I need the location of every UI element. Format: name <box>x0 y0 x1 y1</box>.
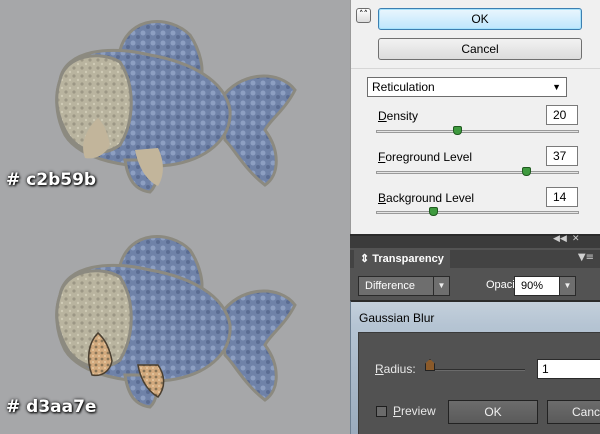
background-level-label: Background Level <box>378 191 475 205</box>
preview-checkbox[interactable] <box>376 406 387 417</box>
blend-mode-select[interactable]: Difference ▼ <box>358 276 450 296</box>
opacity-input[interactable]: 90% ▼ <box>514 276 576 296</box>
ok-button[interactable]: OK <box>378 8 582 30</box>
radius-slider-thumb[interactable] <box>425 359 435 371</box>
foreground-level-input[interactable]: 37 <box>546 146 578 166</box>
chevron-down-icon: ▼ <box>552 82 561 92</box>
preview-label[interactable]: Preview <box>393 404 436 418</box>
cancel-button[interactable]: Cancel <box>378 38 582 60</box>
divider <box>351 68 600 69</box>
double-chevron-up-icon[interactable]: ˄˄ <box>356 8 371 23</box>
filter-gallery-panel: ˄˄ OK Cancel Reticulation ▼ Density 20 F… <box>350 0 600 234</box>
blend-mode-value: Difference <box>365 280 415 292</box>
gaussian-blur-dialog: Gaussian Blur Radius: 1 Preview OK Cance <box>350 300 600 434</box>
color-hex-label-top: # c2b59b <box>6 170 97 190</box>
close-icon[interactable]: ✕ <box>572 234 580 244</box>
foreground-level-slider-thumb[interactable] <box>521 167 531 176</box>
panel-topbar: ◀◀ ✕ <box>350 234 600 248</box>
filter-type-select[interactable]: Reticulation ▼ <box>367 77 567 97</box>
panel-menu-icon[interactable]: ▼≡ <box>578 252 594 263</box>
transparency-panel: ◀◀ ✕ ⇕ Transparency ▼≡ Difference ▼ Opac… <box>350 234 600 300</box>
density-input[interactable]: 20 <box>546 105 578 125</box>
chevron-down-icon: ▼ <box>433 277 449 295</box>
gaussian-blur-ok-button[interactable]: OK <box>448 400 538 424</box>
color-hex-label-bottom: # d3aa7e <box>6 397 97 417</box>
tab-transparency[interactable]: ⇕ Transparency <box>354 250 450 268</box>
dialog-title: Gaussian Blur <box>359 311 435 325</box>
gaussian-blur-cancel-button[interactable]: Cance <box>547 400 600 424</box>
radius-label: Radius: <box>375 362 416 376</box>
background-level-slider-thumb[interactable] <box>429 207 439 216</box>
opacity-value: 90% <box>521 280 544 292</box>
artwork-canvas: # c2b59b # d3aa7e <box>0 0 350 434</box>
double-chevron-left-icon[interactable]: ◀◀ <box>553 234 567 244</box>
background-level-input[interactable]: 14 <box>546 187 578 207</box>
radius-input[interactable]: 1 <box>537 359 600 379</box>
foreground-level-label: Foreground Level <box>378 150 473 164</box>
density-slider-thumb[interactable] <box>453 126 463 135</box>
filter-type-value: Reticulation <box>372 80 435 94</box>
dialog-body: Radius: 1 Preview OK Cance <box>358 332 600 434</box>
density-slider[interactable] <box>376 126 579 135</box>
density-label: Density <box>378 109 419 123</box>
radius-slider[interactable] <box>429 369 525 371</box>
goldfish-illustration-bottom <box>55 235 297 409</box>
chevron-down-icon[interactable]: ▼ <box>559 277 575 295</box>
foreground-level-slider[interactable] <box>376 167 579 176</box>
background-level-slider[interactable] <box>376 207 579 216</box>
